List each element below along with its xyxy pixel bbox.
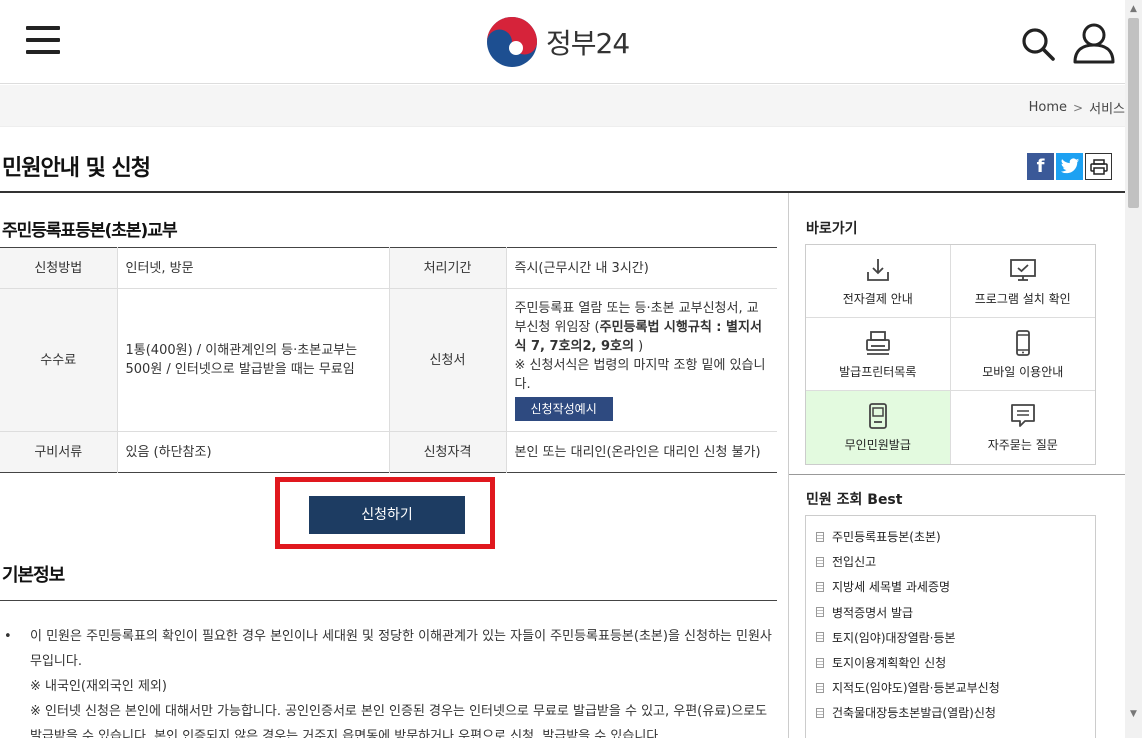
table-header-cell: 구비서류	[0, 431, 117, 473]
menu-hamburger-icon[interactable]	[26, 26, 60, 58]
breadcrumb-current[interactable]: 서비스	[1089, 98, 1125, 117]
taegeuk-logo-icon	[487, 17, 537, 67]
breadcrumb: Home > 서비스	[1029, 98, 1125, 117]
search-icon[interactable]	[1020, 26, 1056, 62]
breadcrumb-bar: Home > 서비스	[0, 85, 1125, 127]
description-line: 이 민원은 주민등록표의 확인이 필요한 경우 본인이나 세대원 및 정당한 이…	[30, 629, 772, 669]
document-icon	[816, 657, 824, 668]
best-item-local-tax[interactable]: 지방세 세목별 과세증명	[816, 574, 1095, 599]
chevron-right-icon: >	[1073, 100, 1084, 115]
sample-form-button[interactable]: 신청작성예시	[514, 397, 613, 421]
scroll-down-arrow-icon[interactable]: ▼	[1125, 705, 1142, 722]
shortcut-label: 자주묻는 질문	[987, 438, 1058, 452]
shortcut-label: 모바일 이용안내	[982, 364, 1064, 379]
best-item-cadastral-map[interactable]: 지적도(임야도)열람·등본교부신청	[816, 675, 1095, 700]
monitor-check-icon	[1009, 258, 1036, 281]
shortcut-faq[interactable]: 자주묻는 질문	[951, 391, 1096, 464]
download-tray-icon	[866, 258, 889, 281]
best-item-label: 지방세 세목별 과세증명	[832, 580, 951, 595]
table-row: 신청방법 인터넷, 방문 처리기간 즉시(근무시간 내 3시간)	[0, 247, 777, 289]
shortcut-program-check[interactable]: 프로그램 설치 확인	[950, 245, 1095, 318]
basic-info-title: 기본정보	[2, 565, 65, 586]
table-header-cell: 수수료	[0, 288, 117, 432]
share-toolbar: f	[1027, 153, 1112, 180]
best-item-label: 지적도(임야도)열람·등본교부신청	[832, 681, 1000, 696]
logo-text: 정부24	[546, 27, 630, 60]
shortcut-title: 바로가기	[806, 221, 858, 237]
speech-bubble-icon	[1010, 404, 1035, 427]
document-icon	[816, 607, 824, 618]
document-icon	[816, 556, 824, 567]
scroll-up-arrow-icon[interactable]: ▲	[1125, 0, 1142, 17]
breadcrumb-home[interactable]: Home	[1029, 100, 1067, 115]
best-item-moving-in[interactable]: 전입신고	[816, 549, 1095, 574]
bullet-icon: •	[4, 629, 12, 644]
apply-button[interactable]: 신청하기	[309, 496, 465, 534]
best-item-land-use-plan[interactable]: 토지이용계획확인 신청	[816, 650, 1095, 675]
basic-info-description: • 이 민원은 주민등록표의 확인이 필요한 경우 본인이나 세대원 및 정당한…	[4, 624, 774, 738]
print-icon[interactable]	[1085, 153, 1112, 180]
best-item-label: 전입신고	[832, 555, 877, 570]
table-header-cell: 처리기간	[388, 247, 506, 289]
basic-info-divider	[0, 600, 777, 601]
table-cell: 1통(400원) / 이해관계인의 등·초본교부는 500원 / 인터넷으로 발…	[116, 288, 389, 432]
table-header-cell: 신청서	[388, 288, 506, 432]
mobile-phone-icon	[1015, 329, 1030, 356]
shortcut-mobile-guide[interactable]: 모바일 이용안내	[950, 318, 1095, 391]
table-row: 구비서류 있음 (하단참조) 신청자격 본인 또는 대리인(온라인은 대리인 신…	[0, 431, 777, 473]
best-item-label: 주민등록표등본(초본)	[832, 530, 941, 545]
form-note: ※ 신청서식은 법령의 마지막 조항 밑에 있습니다.	[514, 358, 766, 392]
page-scrollbar[interactable]: ▲ ▼	[1125, 0, 1142, 738]
best-item-label: 토지(임야)대장열람·등본	[832, 630, 956, 645]
document-icon	[816, 581, 824, 592]
table-header-cell: 신청자격	[388, 431, 506, 473]
form-text-close: )	[633, 339, 644, 354]
best-item-military-cert[interactable]: 병적증명서 발급	[816, 600, 1095, 625]
site-logo[interactable]: 정부24	[486, 16, 630, 68]
table-cell: 즉시(근무시간 내 3시간)	[505, 247, 777, 289]
table-cell-form: 주민등록표 열람 또는 등·초본 교부신청서, 교부신청 위임장 (주민등록법 …	[505, 288, 777, 432]
best-item-label: 토지이용계획확인 신청	[832, 656, 947, 671]
printer-icon	[865, 330, 890, 355]
description-line: ※ 인터넷 신청은 본인에 대해서만 가능합니다. 공인인증서로 본인 인증된 …	[30, 704, 768, 738]
shortcut-label: 무인민원발급	[844, 438, 911, 452]
sidebar-divider	[789, 474, 1125, 475]
site-header: 정부24	[0, 0, 1125, 84]
facebook-share-icon[interactable]: f	[1027, 153, 1054, 180]
table-cell: 본인 또는 대리인(온라인은 대리인 신청 불가)	[505, 431, 777, 473]
twitter-share-icon[interactable]	[1056, 153, 1083, 180]
page-title: 민원안내 및 신청	[2, 156, 151, 181]
table-cell: 있음 (하단참조)	[116, 431, 389, 473]
kiosk-icon	[868, 403, 887, 429]
document-icon	[816, 682, 824, 693]
table-row: 수수료 1통(400원) / 이해관계인의 등·초본교부는 500원 / 인터넷…	[0, 288, 777, 432]
column-divider	[788, 193, 789, 738]
document-icon	[816, 632, 824, 643]
shortcut-grid: 전자결제 안내 프로그램 설치 확인 발급프린터목록 모바일 이용안내 무인민원…	[805, 244, 1096, 465]
best-item-building-ledger[interactable]: 건축물대장등초본발급(열람)신청	[816, 700, 1095, 725]
title-divider	[0, 191, 1125, 193]
service-info-table: 신청방법 인터넷, 방문 처리기간 즉시(근무시간 내 3시간) 수수료 1통(…	[0, 247, 777, 473]
shortcut-label: 발급프린터목록	[839, 364, 917, 379]
best-item-label: 건축물대장등초본발급(열람)신청	[832, 706, 996, 721]
table-header-cell: 신청방법	[0, 247, 117, 289]
best-item-land-ledger[interactable]: 토지(임야)대장열람·등본	[816, 625, 1095, 650]
service-title: 주민등록표등본(초본)교부	[2, 221, 178, 241]
best-title: 민원 조회 Best	[806, 492, 903, 508]
scrollbar-thumb[interactable]	[1128, 18, 1139, 208]
shortcut-label: 전자결제 안내	[842, 291, 913, 306]
shortcut-printer-list[interactable]: 발급프린터목록	[806, 318, 951, 391]
best-item-label: 병적증명서 발급	[832, 605, 914, 620]
document-icon	[816, 531, 824, 542]
shortcut-e-payment[interactable]: 전자결제 안내	[806, 245, 951, 318]
shortcut-kiosk[interactable]: 무인민원발급	[806, 391, 951, 464]
best-list: 주민등록표등본(초본) 전입신고 지방세 세목별 과세증명 병적증명서 발급 토…	[805, 515, 1096, 738]
shortcut-label: 프로그램 설치 확인	[974, 291, 1071, 306]
user-login-icon[interactable]	[1072, 22, 1116, 64]
document-icon	[816, 707, 824, 718]
table-cell: 인터넷, 방문	[116, 247, 389, 289]
description-line: ※ 내국인(재외국인 제외)	[30, 679, 167, 694]
best-item-resident-registration[interactable]: 주민등록표등본(초본)	[816, 524, 1095, 549]
